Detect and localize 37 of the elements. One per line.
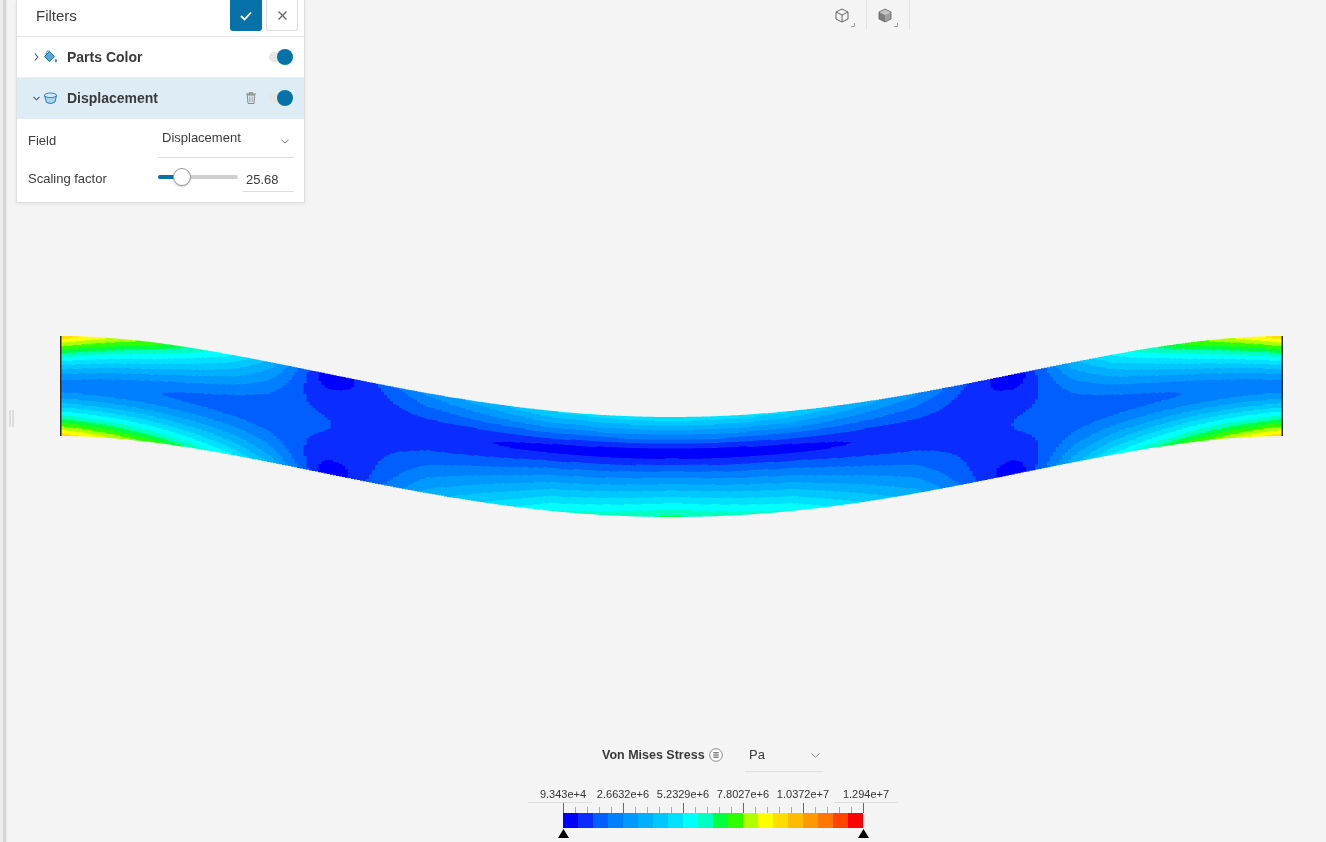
chevron-down-icon	[281, 139, 289, 144]
scaling-factor-label: Scaling factor	[28, 170, 108, 186]
tick-label: 5.2329e+6	[656, 788, 710, 800]
tick-label: 2.6632e+6	[596, 788, 650, 800]
toggle-switch[interactable]	[269, 49, 293, 65]
chevron-down-icon	[811, 753, 820, 758]
panel-title: Filters	[36, 6, 77, 26]
chevron-right-icon[interactable]	[34, 53, 39, 61]
unit-dropdown[interactable]: Pa	[745, 745, 823, 772]
tick-label: 7.8027e+6	[716, 788, 770, 800]
wireframe-cube-icon[interactable]	[834, 6, 856, 27]
shaded-cube-icon[interactable]	[877, 6, 899, 27]
close-icon	[277, 10, 287, 20]
check-icon	[240, 10, 252, 21]
field-label: Field	[28, 132, 58, 148]
cup-icon	[43, 91, 58, 105]
filter-row[interactable]: Displacement	[17, 78, 304, 119]
paint-bucket-icon	[43, 50, 58, 64]
max-value-field[interactable]: 1.294e+7	[834, 787, 898, 803]
min-value-field[interactable]: 9.343e+4	[528, 787, 592, 803]
tick-label: 1.0372e+7	[776, 788, 830, 800]
chevron-down-icon[interactable]	[33, 95, 40, 101]
resize-handle-icon[interactable]	[9, 410, 14, 427]
legend-title: Von Mises Stress	[602, 747, 705, 764]
confirm-button[interactable]	[230, 0, 262, 31]
slider-thumb[interactable]	[173, 168, 191, 186]
filter-row[interactable]: Parts Color	[17, 37, 304, 78]
filter-label: Parts Color	[67, 49, 143, 65]
trash-icon[interactable]	[246, 92, 256, 104]
range-marker-icon[interactable]	[858, 829, 869, 838]
close-button[interactable]	[266, 0, 298, 31]
filter-label: Displacement	[67, 90, 159, 106]
list-circle-icon[interactable]	[708, 748, 723, 762]
field-dropdown[interactable]: Displacement	[158, 119, 294, 158]
range-marker-icon[interactable]	[558, 829, 569, 838]
scaling-value-field[interactable]: 25.68	[243, 168, 294, 192]
toggle-switch[interactable]	[269, 90, 293, 106]
